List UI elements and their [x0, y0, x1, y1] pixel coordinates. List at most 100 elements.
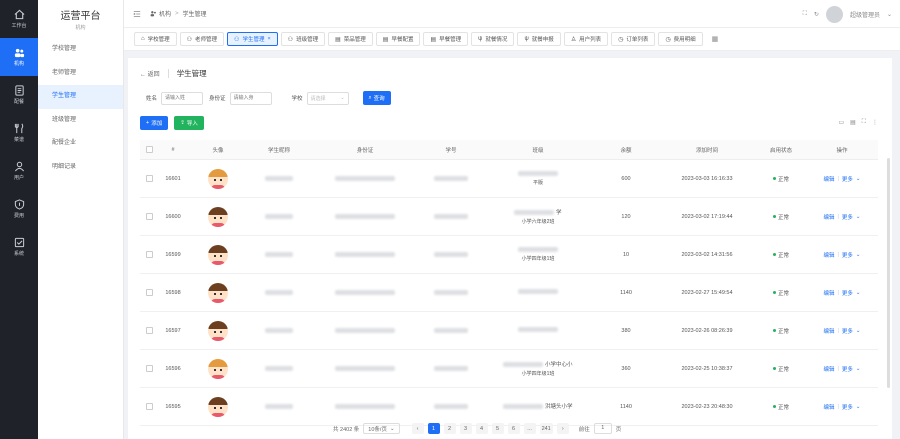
table-row[interactable]: 16596 小学中心小 小学四年级1班 360 2023-02-25 10:38:37…: [140, 350, 878, 388]
menu-item-teachers[interactable]: 老师管理: [38, 62, 123, 86]
page-button[interactable]: 241: [539, 423, 553, 434]
page-size-select[interactable]: 10条/页 ⌄: [363, 423, 400, 434]
more-link[interactable]: 更多: [842, 365, 853, 373]
page-button[interactable]: 1: [427, 423, 440, 434]
school-select[interactable]: 请选择 ⌄: [306, 91, 349, 105]
chevron-down-icon[interactable]: ⌄: [856, 366, 861, 372]
page-button[interactable]: 6: [507, 423, 520, 434]
page-ellipsis[interactable]: ...: [523, 423, 536, 434]
import-button[interactable]: ⇪ 导入: [174, 116, 204, 130]
tab-breakfast-manage[interactable]: ▤ 早餐管理: [423, 32, 469, 46]
collapse-menu-button[interactable]: [132, 9, 142, 19]
rail-item-recipe[interactable]: 菜谱: [0, 114, 38, 152]
menu-item-detail-records[interactable]: 明细记录: [38, 156, 123, 180]
grid-menu-icon[interactable]: ▦: [712, 35, 719, 43]
search-button[interactable]: ⌕ 查询: [362, 91, 391, 105]
row-checkbox[interactable]: [140, 289, 158, 296]
close-icon[interactable]: ×: [267, 36, 270, 42]
name-input[interactable]: [161, 91, 204, 105]
row-checkbox[interactable]: [140, 327, 158, 334]
table-row[interactable]: 16600 学小学六年级2班 120 2023-03-02 17:19:44 正常 编辑…: [140, 198, 878, 236]
edit-link[interactable]: 编辑: [823, 175, 834, 183]
row-checkbox[interactable]: [140, 213, 158, 220]
row-checkbox[interactable]: [140, 403, 158, 410]
edit-link[interactable]: 编辑: [823, 251, 834, 259]
column-settings-icon[interactable]: ⋮: [872, 119, 878, 126]
edit-link[interactable]: 编辑: [823, 327, 834, 335]
edit-link[interactable]: 编辑: [823, 289, 834, 297]
export-icon[interactable]: ▤: [850, 119, 856, 126]
tab-order-list[interactable]: ◷ 订单列表: [611, 32, 656, 46]
back-button[interactable]: ← 返回: [140, 69, 160, 78]
tab-user-list[interactable]: ♙ 用户列表: [563, 32, 609, 46]
edit-link[interactable]: 编辑: [823, 365, 834, 373]
tab-schools[interactable]: ⌂ 学校管理: [134, 32, 177, 46]
tab-fee-details[interactable]: ◷ 费用明细: [658, 32, 703, 46]
breadcrumb-root[interactable]: 机构: [159, 9, 171, 18]
tab-dishes[interactable]: ▤ 菜品管理: [328, 32, 373, 46]
menu-item-classes[interactable]: 班级管理: [38, 109, 123, 133]
rail-item-fees[interactable]: 费用: [0, 190, 38, 228]
menu-item-catering-company[interactable]: 配餐企业: [38, 132, 123, 156]
chevron-down-icon[interactable]: ⌄: [856, 176, 861, 182]
status-dot: [772, 367, 776, 370]
chevron-down-icon[interactable]: ⌄: [856, 328, 861, 334]
chevron-down-icon[interactable]: ⌄: [856, 252, 861, 258]
chevron-down-icon[interactable]: ⌄: [856, 404, 861, 410]
fullscreen-icon[interactable]: ⛶: [862, 119, 866, 126]
row-checkbox[interactable]: [140, 251, 158, 258]
rail-item-catering[interactable]: 配餐: [0, 76, 38, 114]
rail-item-home[interactable]: 工作台: [0, 0, 38, 38]
tab-dining-declare[interactable]: ψ 就餐申报: [517, 32, 561, 46]
chevron-down-icon[interactable]: ⌄: [856, 290, 861, 296]
next-page-button[interactable]: ›: [556, 423, 569, 434]
table-row[interactable]: 16598 1140 2023-02-27 15:49:54 正常 编辑 | 更多 ⌄: [140, 274, 878, 312]
more-link[interactable]: 更多: [842, 327, 853, 335]
more-link[interactable]: 更多: [842, 213, 853, 221]
page-button[interactable]: 4: [475, 423, 488, 434]
status-dot: [772, 405, 776, 408]
menu-item-schools[interactable]: 学校管理: [38, 38, 123, 62]
more-link[interactable]: 更多: [842, 289, 853, 297]
class-name: 小学四年级1班: [521, 371, 555, 377]
more-link[interactable]: 更多: [842, 251, 853, 259]
user-name[interactable]: 超级管理员: [850, 10, 880, 19]
table-row[interactable]: 16597 380 2023-02-26 08:26:39 正常 编辑 | 更多 ⌄: [140, 312, 878, 350]
tab-breakfast-config[interactable]: ▤ 早餐配置: [375, 32, 421, 46]
more-link[interactable]: 更多: [842, 403, 853, 411]
table-row[interactable]: 16595 洪塘头小学 1140 2023-02-23 20:48:30 正常 编辑 | 更…: [140, 388, 878, 426]
page-button[interactable]: 3: [459, 423, 472, 434]
chevron-down-icon[interactable]: ⌄: [856, 214, 861, 220]
tab-label: 学校管理: [147, 37, 170, 43]
menu-item-students[interactable]: 学生管理: [38, 85, 123, 109]
table-row[interactable]: 16601 平版 600 2023-03-03 16:16:33 正常 编辑 | 更多 ⌄: [140, 160, 878, 198]
select-all-checkbox[interactable]: [140, 146, 158, 153]
cell-student-no: [420, 251, 482, 258]
prev-page-button[interactable]: ‹: [411, 423, 424, 434]
page-button[interactable]: 5: [491, 423, 504, 434]
edit-link[interactable]: 编辑: [823, 403, 834, 411]
refresh-icon[interactable]: ↻: [814, 11, 819, 18]
add-button[interactable]: + 添加: [140, 116, 169, 130]
tab-classes[interactable]: ⚇ 班级管理: [280, 32, 326, 46]
rail-item-system[interactable]: 系统: [0, 228, 38, 266]
tab-dining-status[interactable]: ψ 就餐情况: [471, 32, 515, 46]
goto-page-input[interactable]: 1: [593, 423, 612, 434]
table-scrollbar[interactable]: [887, 158, 890, 388]
idcard-input[interactable]: [229, 91, 272, 105]
print-icon[interactable]: ▭: [838, 119, 844, 126]
rail-item-user[interactable]: 用户: [0, 152, 38, 190]
page-button[interactable]: 2: [443, 423, 456, 434]
chevron-down-icon[interactable]: ⌄: [887, 11, 892, 18]
table-row[interactable]: 16599 小学四年级1班 10 2023-03-02 14:31:56 正常 编辑 | 更…: [140, 236, 878, 274]
edit-link[interactable]: 编辑: [823, 213, 834, 221]
row-checkbox[interactable]: [140, 175, 158, 182]
rail-item-org[interactable]: 机构: [0, 38, 38, 76]
row-checkbox[interactable]: [140, 365, 158, 372]
tab-teachers[interactable]: ⚇ 老师管理: [179, 32, 225, 46]
cell-created-time: 2023-02-26 08:26:39: [681, 327, 733, 334]
more-link[interactable]: 更多: [842, 175, 853, 183]
tab-students[interactable]: ⚇ 学生管理 ×: [227, 32, 278, 46]
fullscreen-icon[interactable]: ⛶: [803, 11, 807, 18]
avatar[interactable]: [825, 5, 843, 23]
